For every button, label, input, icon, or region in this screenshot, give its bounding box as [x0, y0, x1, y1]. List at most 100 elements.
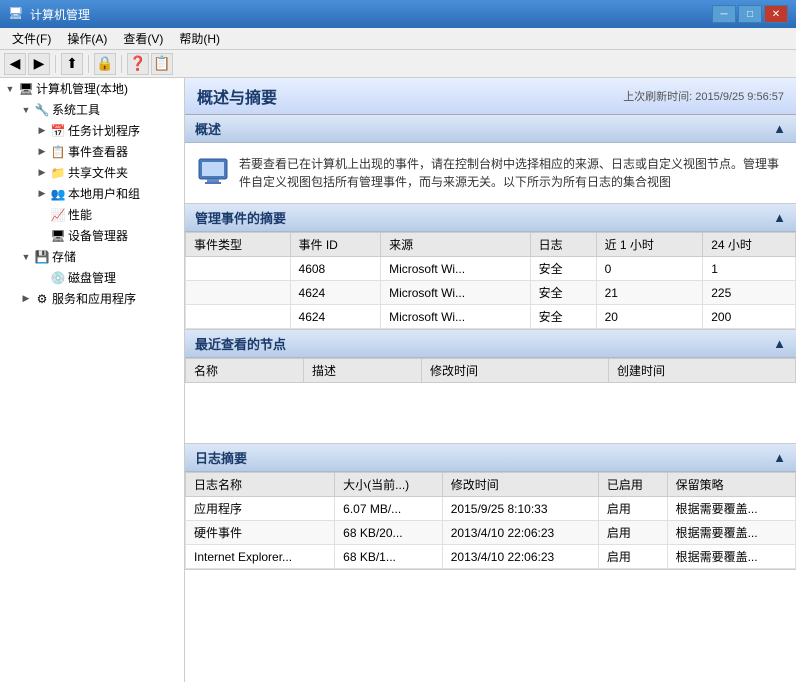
table-row[interactable]: 硬件事件 68 KB/20... 2013/4/10 22:06:23 启用 根…	[186, 521, 796, 545]
overview-text: 若要查看已在计算机上出现的事件，请在控制台树中选择相应的来源、日志或自定义视图节…	[239, 155, 784, 191]
cell-log-name: 硬件事件	[186, 521, 335, 545]
recently-viewed-content: 名称 描述 修改时间 创建时间	[185, 358, 796, 443]
tree-item-shared[interactable]: ▶ 📁 共享文件夹	[0, 162, 184, 183]
cell-1hour: 21	[596, 281, 703, 305]
cell-type	[186, 281, 291, 305]
page-header: 概述与摘要 上次刷新时间: 2015/9/25 9:56:57	[185, 78, 796, 115]
table-row[interactable]: Internet Explorer... 68 KB/1... 2013/4/1…	[186, 545, 796, 569]
tree-item-root[interactable]: ▼ 🖥 计算机管理(本地)	[0, 78, 184, 99]
cell-log-policy: 根据需要覆盖...	[667, 521, 795, 545]
menu-file[interactable]: 文件(F)	[4, 28, 59, 49]
toolbar-separator-1	[55, 55, 56, 73]
expand-icon-shared: ▶	[34, 165, 50, 181]
device-icon: 🖥	[50, 228, 66, 244]
help-button[interactable]: ❓	[127, 53, 149, 75]
table-row[interactable]: 应用程序 6.07 MB/... 2015/9/25 8:10:33 启用 根据…	[186, 497, 796, 521]
tree-item-disk[interactable]: ▶ 💿 磁盘管理	[0, 267, 184, 288]
cell-log: 安全	[530, 257, 596, 281]
toolbar-separator-3	[121, 55, 122, 73]
title-bar: 🖥 计算机管理 ─ □ ✕	[0, 0, 796, 28]
cell-log-enabled: 启用	[598, 497, 667, 521]
expand-icon-root: ▼	[2, 81, 18, 97]
page-title: 概述与摘要	[197, 84, 277, 108]
storage-icon: 💾	[34, 249, 50, 265]
maximize-button[interactable]: □	[738, 5, 762, 23]
cell-1hour: 20	[596, 305, 703, 329]
overview-section-header[interactable]: 概述 ▲	[185, 115, 796, 143]
event-summary-section: 管理事件的摘要 ▲ 事件类型 事件 ID 来源 日志 近 1 小时	[185, 204, 796, 330]
last-refresh: 上次刷新时间: 2015/9/25 9:56:57	[623, 88, 784, 104]
col-log-size: 大小(当前...)	[335, 473, 443, 497]
minimize-button[interactable]: ─	[712, 5, 736, 23]
cell-log-name: Internet Explorer...	[186, 545, 335, 569]
tree-item-storage[interactable]: ▼ 💾 存储	[0, 246, 184, 267]
cell-24hour: 200	[703, 305, 796, 329]
tree-item-device[interactable]: ▶ 🖥 设备管理器	[0, 225, 184, 246]
col-log-modified: 修改时间	[442, 473, 598, 497]
tree-item-system[interactable]: ▼ 🔧 系统工具	[0, 99, 184, 120]
event-table: 事件类型 事件 ID 来源 日志 近 1 小时 24 小时 4608 Micro…	[185, 232, 796, 329]
recently-viewed-arrow: ▲	[773, 336, 786, 351]
tree-label-system: 系统工具	[52, 101, 100, 118]
menu-action[interactable]: 操作(A)	[59, 28, 115, 49]
menu-help[interactable]: 帮助(H)	[171, 28, 228, 49]
col-modified: 修改时间	[421, 359, 608, 383]
col-log: 日志	[530, 233, 596, 257]
overview-section: 概述 ▲ 若要查看已在计算机上出现的事件，请在控制台树中选择相应的来源、日志或自…	[185, 115, 796, 204]
cell-source: Microsoft Wi...	[381, 305, 531, 329]
log-summary-header[interactable]: 日志摘要 ▲	[185, 444, 796, 472]
overview-section-content: 若要查看已在计算机上出现的事件，请在控制台树中选择相应的来源、日志或自定义视图节…	[185, 143, 796, 203]
recently-viewed-section: 最近查看的节点 ▲ 名称 描述 修改时间 创建时间	[185, 330, 796, 444]
tree-item-services[interactable]: ▶ ⚙ 服务和应用程序	[0, 288, 184, 309]
app-icon: 🖥	[8, 6, 24, 22]
event-table-container[interactable]: 事件类型 事件 ID 来源 日志 近 1 小时 24 小时 4608 Micro…	[185, 232, 796, 329]
table-row[interactable]: 4608 Microsoft Wi... 安全 0 1	[186, 257, 796, 281]
col-name: 名称	[186, 359, 304, 383]
log-summary-arrow: ▲	[773, 450, 786, 465]
up-button[interactable]: ⬆	[61, 53, 83, 75]
expand-icon-services: ▶	[18, 291, 34, 307]
menu-view[interactable]: 查看(V)	[115, 28, 171, 49]
cell-source: Microsoft Wi...	[381, 257, 531, 281]
forward-button[interactable]: ▶	[28, 53, 50, 75]
title-bar-controls: ─ □ ✕	[712, 5, 788, 23]
tree-label-services: 服务和应用程序	[52, 290, 136, 307]
cell-log-enabled: 启用	[598, 521, 667, 545]
table-row[interactable]: 4624 Microsoft Wi... 安全 20 200	[186, 305, 796, 329]
tree-item-local[interactable]: ▶ 👥 本地用户和组	[0, 183, 184, 204]
col-source: 来源	[381, 233, 531, 257]
folder-icon: 📁	[50, 165, 66, 181]
event-summary-header[interactable]: 管理事件的摘要 ▲	[185, 204, 796, 232]
main-layout: ▼ 🖥 计算机管理(本地) ▼ 🔧 系统工具 ▶ 📅 任务计划程序 ▶ 📋 事件…	[0, 78, 796, 682]
properties-button[interactable]: 📋	[151, 53, 173, 75]
disk-icon: 💿	[50, 270, 66, 286]
cell-log-policy: 根据需要覆盖...	[667, 545, 795, 569]
tree-item-perf[interactable]: ▶ 📈 性能	[0, 204, 184, 225]
menu-bar: 文件(F) 操作(A) 查看(V) 帮助(H)	[0, 28, 796, 50]
cell-log-modified: 2015/9/25 8:10:33	[442, 497, 598, 521]
col-log-policy: 保留策略	[667, 473, 795, 497]
computer-icon: 🖥	[18, 81, 34, 97]
expand-icon-task: ▶	[34, 123, 50, 139]
expand-icon-storage: ▼	[18, 249, 34, 265]
back-button[interactable]: ◀	[4, 53, 26, 75]
tree-label-perf: 性能	[68, 206, 92, 223]
recently-viewed-table: 名称 描述 修改时间 创建时间	[185, 358, 796, 383]
log-summary-content: 日志名称 大小(当前...) 修改时间 已启用 保留策略 应用程序 6.07 M…	[185, 472, 796, 569]
col-1hour: 近 1 小时	[596, 233, 703, 257]
right-panel: 概述与摘要 上次刷新时间: 2015/9/25 9:56:57 概述 ▲	[185, 78, 796, 682]
cell-log-size: 68 KB/20...	[335, 521, 443, 545]
log-table-container[interactable]: 日志名称 大小(当前...) 修改时间 已启用 保留策略 应用程序 6.07 M…	[185, 472, 796, 569]
tree-item-task[interactable]: ▶ 📅 任务计划程序	[0, 120, 184, 141]
left-panel: ▼ 🖥 计算机管理(本地) ▼ 🔧 系统工具 ▶ 📅 任务计划程序 ▶ 📋 事件…	[0, 78, 185, 682]
col-log-name: 日志名称	[186, 473, 335, 497]
close-button[interactable]: ✕	[764, 5, 788, 23]
recently-viewed-header[interactable]: 最近查看的节点 ▲	[185, 330, 796, 358]
tree-label-task: 任务计划程序	[68, 122, 140, 139]
cell-log-size: 68 KB/1...	[335, 545, 443, 569]
col-event-type: 事件类型	[186, 233, 291, 257]
show-hide-button[interactable]: 🔒	[94, 53, 116, 75]
tools-icon: 🔧	[34, 102, 50, 118]
table-row[interactable]: 4624 Microsoft Wi... 安全 21 225	[186, 281, 796, 305]
tree-item-event[interactable]: ▶ 📋 事件查看器	[0, 141, 184, 162]
